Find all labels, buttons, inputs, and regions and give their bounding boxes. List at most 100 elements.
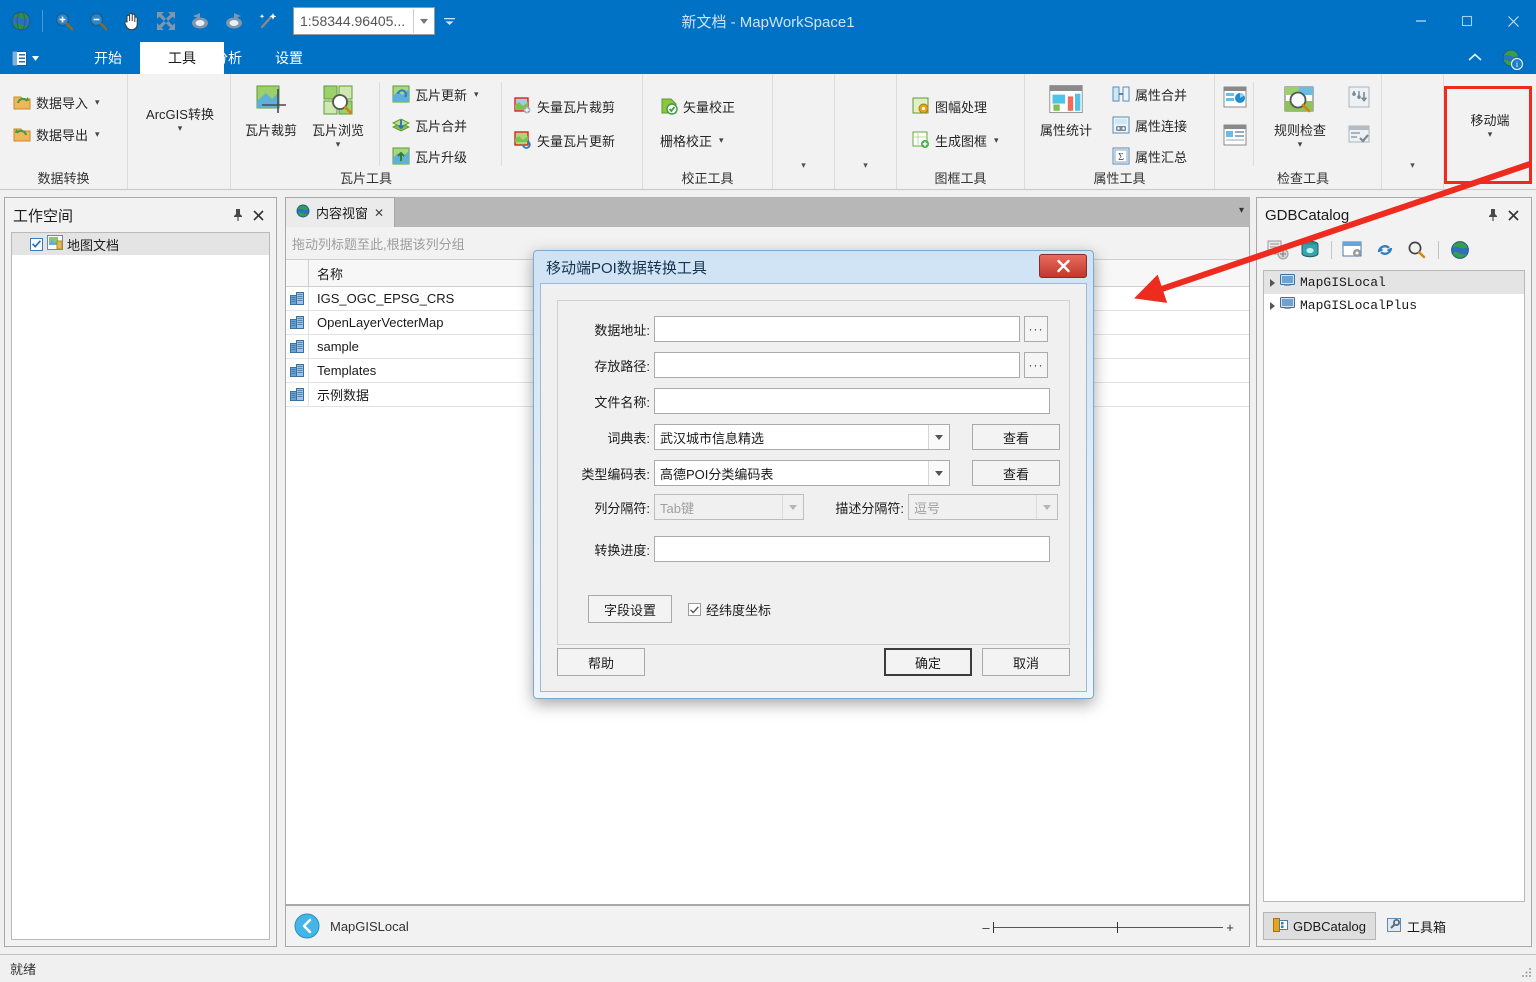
tab-content-view[interactable]: 内容视窗 ✕ (285, 197, 396, 227)
tab-fenxi[interactable]: 分析 (200, 42, 256, 74)
maximize-button[interactable] (1444, 0, 1490, 42)
map-scale-combo[interactable]: 1:58344.96405... (293, 7, 435, 35)
refresh-icon[interactable] (1372, 237, 1398, 263)
store-path-input[interactable] (654, 352, 1020, 378)
magic-wand-icon[interactable] (251, 4, 285, 38)
chevron-down-icon[interactable]: ▾ (95, 129, 100, 140)
zoom-slider-handle[interactable] (993, 922, 994, 933)
pin-icon[interactable] (1483, 205, 1503, 225)
zoom-slider[interactable]: – + (979, 920, 1237, 935)
report-chart-icon[interactable] (1221, 84, 1249, 110)
chevron-down-icon[interactable] (1036, 495, 1057, 519)
chevron-down-icon[interactable]: ▾ (474, 89, 479, 100)
browse-button[interactable]: ··· (1024, 352, 1048, 378)
ribbon-button-attribute-stats[interactable]: 属性统计 (1031, 82, 1101, 139)
tab-shezhi[interactable]: 设置 (261, 42, 317, 74)
chevron-down-icon[interactable]: ▾ (178, 124, 183, 133)
panel-tab-toolbox[interactable]: 工具箱 (1378, 912, 1455, 940)
add-database-icon[interactable] (1265, 237, 1291, 263)
gdb-tree[interactable]: MapGISLocal MapGISLocalPlus (1263, 270, 1525, 902)
ribbon-button-create-frame[interactable]: 生成图框 ▾ (909, 128, 1002, 152)
chevron-down-icon[interactable]: ▾ (336, 140, 341, 149)
view-type-code-button[interactable]: 查看 (972, 460, 1060, 486)
ribbon-button-tile-merge[interactable]: 瓦片合并 (389, 113, 470, 137)
search-icon[interactable] (1404, 237, 1430, 263)
expand-arrow-icon[interactable] (1270, 301, 1275, 310)
application-menu-button[interactable] (12, 46, 60, 70)
chevron-down-icon[interactable]: ▾ (801, 160, 806, 171)
chevron-down-icon[interactable]: ▾ (95, 97, 100, 108)
close-button[interactable] (1490, 0, 1536, 42)
description-separator-combo[interactable]: 逗号 (908, 494, 1058, 520)
globe-icon[interactable] (1447, 237, 1473, 263)
ribbon-button-tile-update[interactable]: 瓦片更新 ▾ (389, 82, 482, 106)
latlon-checkbox[interactable] (688, 603, 701, 616)
ribbon-button-mobile[interactable]: 移动端 ▾ (1458, 108, 1522, 139)
db-settings-icon[interactable] (1340, 237, 1366, 263)
field-settings-button[interactable]: 字段设置 (588, 595, 672, 623)
pan-hand-icon[interactable] (115, 4, 149, 38)
globe-icon[interactable] (4, 4, 38, 38)
ribbon-button-vector-correct[interactable]: 矢量校正 (657, 94, 738, 118)
full-extent-icon[interactable] (149, 4, 183, 38)
chevron-down-icon[interactable] (928, 461, 949, 485)
ribbon-button-attr-merge[interactable]: 属性合并 (1109, 82, 1190, 106)
checklist-icon[interactable] (1345, 122, 1373, 148)
workspace-tree[interactable]: 地图文档 (11, 232, 270, 940)
ribbon-button-arcgis-convert[interactable]: ArcGIS转换 ▾ (136, 102, 224, 133)
data-path-input[interactable] (654, 316, 1020, 342)
tree-item-map-document[interactable]: 地图文档 (12, 233, 269, 255)
zoom-in-button[interactable]: + (1223, 920, 1237, 935)
undo-view-icon[interactable] (183, 4, 217, 38)
view-dictionary-button[interactable]: 查看 (972, 424, 1060, 450)
chevron-down-icon[interactable] (928, 425, 949, 449)
ribbon-button-raster-correct[interactable]: 栅格校正 ▾ (657, 128, 727, 152)
connect-db-icon[interactable] (1297, 237, 1323, 263)
close-icon[interactable]: ✕ (374, 206, 384, 220)
browse-button[interactable]: ··· (1024, 316, 1048, 342)
chevron-down-icon[interactable]: ▾ (719, 135, 724, 146)
chevron-down-icon[interactable]: ▾ (1298, 140, 1303, 149)
chevron-down-icon[interactable]: ▾ (1410, 160, 1415, 171)
help-globe-icon[interactable]: i (1500, 47, 1524, 71)
ok-button[interactable]: 确定 (884, 648, 972, 676)
filter-export-icon[interactable] (1345, 84, 1373, 110)
zoom-out-button[interactable]: – (979, 920, 993, 935)
pin-icon[interactable] (228, 205, 248, 225)
close-icon[interactable] (248, 205, 268, 225)
chevron-down-icon[interactable]: ▾ (994, 135, 999, 146)
panel-tab-gdbcatalog[interactable]: GDBCatalog (1263, 912, 1376, 940)
ribbon-button-export-data[interactable]: 数据导出 ▾ (10, 122, 103, 146)
ribbon-button-tile-clip[interactable]: 瓦片裁剪 (240, 82, 302, 139)
ribbon-button-tile-upgrade[interactable]: 瓦片升级 (389, 144, 470, 168)
chevron-down-icon[interactable] (782, 495, 803, 519)
ribbon-button-tile-browse[interactable]: 瓦片浏览 ▾ (307, 82, 369, 149)
chevron-down-icon[interactable] (413, 9, 434, 33)
document-tab-menu-icon[interactable]: ▾ (1239, 205, 1244, 216)
gdb-tree-item-mapgislocal[interactable]: MapGISLocal (1264, 271, 1524, 294)
tab-kaishi[interactable]: 开始 (80, 42, 136, 74)
report-list-icon[interactable] (1221, 122, 1249, 148)
dialog-close-button[interactable] (1039, 254, 1087, 278)
zoom-out-icon[interactable] (81, 4, 115, 38)
ribbon-button-vector-tile-update[interactable]: 矢量瓦片更新 (511, 128, 618, 152)
zoom-in-icon[interactable] (47, 4, 81, 38)
column-separator-combo[interactable]: Tab键 (654, 494, 804, 520)
type-code-table-combo[interactable]: 高德POI分类编码表 (654, 460, 950, 486)
ribbon-button-rule-check[interactable]: 规则检查 ▾ (1263, 82, 1337, 149)
minimize-button[interactable] (1398, 0, 1444, 42)
dictionary-table-combo[interactable]: 武汉城市信息精选 (654, 424, 950, 450)
ribbon-button-vector-tile-clip[interactable]: 矢量瓦片裁剪 (511, 94, 618, 118)
zoom-slider-track[interactable] (993, 922, 1223, 933)
file-name-input[interactable] (654, 388, 1050, 414)
help-button[interactable]: 帮助 (557, 648, 645, 676)
ribbon-button-import-data[interactable]: 数据导入 ▾ (10, 90, 103, 114)
collapse-ribbon-button[interactable] (1468, 50, 1482, 65)
expand-arrow-icon[interactable] (1270, 278, 1275, 287)
close-icon[interactable] (1503, 205, 1523, 225)
ribbon-button-attr-summary[interactable]: Σ 属性汇总 (1109, 144, 1190, 168)
checkbox-map-document[interactable] (30, 237, 43, 251)
cancel-button[interactable]: 取消 (982, 648, 1070, 676)
back-button[interactable] (294, 913, 320, 939)
chevron-down-icon[interactable]: ▾ (863, 160, 868, 171)
